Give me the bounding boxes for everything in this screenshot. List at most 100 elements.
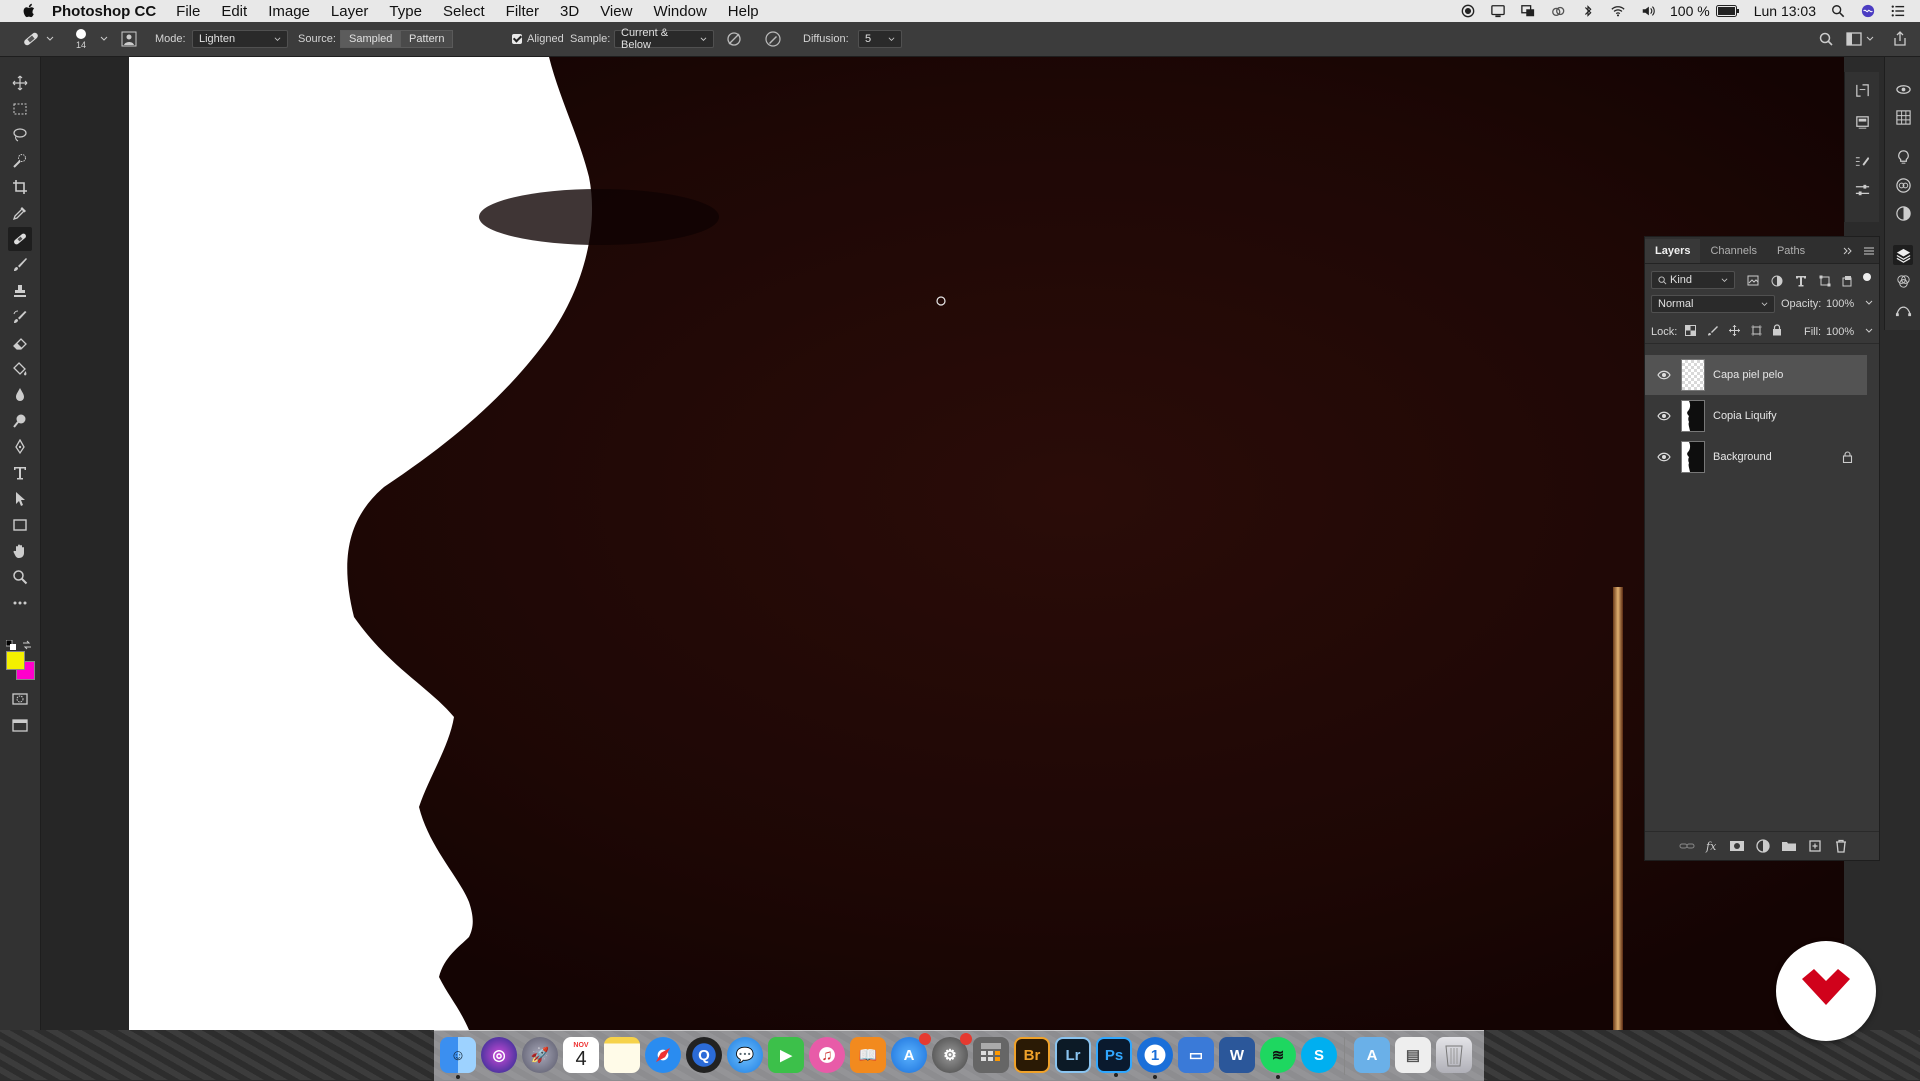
- spotify-dock-icon[interactable]: ≋: [1260, 1037, 1296, 1079]
- brush-settings-button[interactable]: [1852, 152, 1872, 172]
- menu-image[interactable]: Image: [268, 3, 310, 20]
- shape-layer-filter-icon[interactable]: [1819, 275, 1831, 287]
- quick-mask-button[interactable]: [8, 687, 32, 711]
- menu-type[interactable]: Type: [389, 3, 422, 20]
- menu-help[interactable]: Help: [728, 3, 759, 20]
- screens-icon[interactable]: [1520, 4, 1536, 18]
- channels-panel-button[interactable]: [1893, 271, 1913, 291]
- layer-name[interactable]: Capa piel pelo: [1713, 369, 1783, 381]
- fill-value[interactable]: 100%: [1826, 326, 1854, 338]
- blur-tool[interactable]: [8, 383, 32, 407]
- ibooks-dock-icon[interactable]: 📖: [850, 1037, 886, 1073]
- blend-mode-select[interactable]: Normal: [1651, 295, 1775, 313]
- smart-object-filter-icon[interactable]: [1841, 275, 1853, 287]
- crop-tool[interactable]: [8, 175, 32, 199]
- history-brush-tool[interactable]: [8, 305, 32, 329]
- screen-mode-button[interactable]: [8, 713, 32, 737]
- edit-toolbar-button[interactable]: [8, 591, 32, 615]
- menu-filter[interactable]: Filter: [506, 3, 539, 20]
- lock-position-icon[interactable]: [1729, 325, 1740, 336]
- trash-dock-icon[interactable]: [1436, 1037, 1472, 1073]
- brush-size-picker[interactable]: 14: [76, 22, 86, 56]
- lock-artboard-icon[interactable]: [1751, 325, 1762, 336]
- notes-dock-icon[interactable]: [604, 1037, 640, 1073]
- swap-colors-button[interactable]: [22, 637, 32, 650]
- share-button[interactable]: [1892, 22, 1908, 56]
- move-tool[interactable]: [8, 71, 32, 95]
- siri-dock-icon[interactable]: ◎: [481, 1037, 517, 1073]
- menu-file[interactable]: File: [176, 3, 200, 20]
- app-store-dock-icon[interactable]: A: [891, 1033, 931, 1073]
- menu-window[interactable]: Window: [653, 3, 706, 20]
- display-icon[interactable]: [1490, 4, 1506, 18]
- add-mask-icon[interactable]: [1729, 838, 1745, 854]
- applications-folder-dock-icon[interactable]: A: [1354, 1037, 1390, 1073]
- path-selection-tool[interactable]: [8, 487, 32, 511]
- type-layer-filter-icon[interactable]: [1795, 275, 1807, 287]
- default-colors-button[interactable]: [5, 637, 16, 650]
- app-name-menu[interactable]: Photoshop CC: [52, 3, 156, 20]
- opacity-value[interactable]: 100%: [1826, 298, 1854, 310]
- document-canvas-area[interactable]: [41, 57, 1844, 1030]
- layer-name[interactable]: Background: [1713, 451, 1772, 463]
- adjustment-layer-filter-icon[interactable]: [1771, 275, 1783, 287]
- 1password-dock-icon[interactable]: 1: [1137, 1037, 1173, 1079]
- word-dock-icon[interactable]: W: [1219, 1037, 1255, 1073]
- menu-select[interactable]: Select: [443, 3, 485, 20]
- paths-panel-button[interactable]: [1893, 299, 1913, 319]
- tab-layers[interactable]: Layers: [1645, 239, 1701, 263]
- layer-name[interactable]: Copia Liquify: [1713, 410, 1777, 422]
- system-preferences-dock-icon[interactable]: ⚙: [932, 1033, 972, 1073]
- siri-icon[interactable]: [1860, 4, 1876, 18]
- panel-menu-icon[interactable]: [1863, 246, 1875, 256]
- filter-kind-select[interactable]: Kind: [1651, 271, 1735, 289]
- wifi-icon[interactable]: [1610, 4, 1626, 18]
- adjustments-panel-button[interactable]: [1852, 180, 1872, 200]
- layer-row[interactable]: Capa piel pelo: [1645, 355, 1867, 395]
- chevron-down-icon[interactable]: [1865, 327, 1873, 335]
- properties-panel-button[interactable]: [1852, 112, 1872, 132]
- keynote-dock-icon[interactable]: ▭: [1178, 1037, 1214, 1073]
- calculator-dock-icon[interactable]: [973, 1037, 1009, 1073]
- grid-panel-button[interactable]: [1893, 107, 1913, 127]
- clone-source-panel-button[interactable]: [120, 22, 138, 56]
- clock[interactable]: Lun 13:03: [1754, 3, 1816, 19]
- ignore-adjustment-layers-button[interactable]: [726, 22, 742, 56]
- color-panel-button[interactable]: [1893, 203, 1913, 223]
- apple-icon[interactable]: [20, 2, 38, 20]
- hand-tool[interactable]: [8, 539, 32, 563]
- clone-stamp-tool[interactable]: [8, 279, 32, 303]
- learn-panel-button[interactable]: [1893, 147, 1913, 167]
- launchpad-dock-icon[interactable]: 🚀: [522, 1037, 558, 1073]
- marquee-tool[interactable]: [8, 97, 32, 121]
- new-adjustment-layer-icon[interactable]: [1755, 838, 1771, 854]
- pen-tool[interactable]: [8, 435, 32, 459]
- layer-row[interactable]: Background: [1645, 437, 1867, 477]
- layers-panel-button[interactable]: [1893, 245, 1913, 265]
- zoom-tool[interactable]: [8, 565, 32, 589]
- pressure-size-button[interactable]: [764, 22, 782, 56]
- source-pattern-button[interactable]: Pattern: [400, 30, 454, 48]
- menu-edit[interactable]: Edit: [221, 3, 247, 20]
- tool-preset-picker[interactable]: [20, 22, 54, 56]
- 3d-panel-button[interactable]: [1893, 79, 1913, 99]
- lasso-tool[interactable]: [8, 123, 32, 147]
- lock-all-icon[interactable]: [1772, 324, 1782, 336]
- type-tool[interactable]: [8, 461, 32, 485]
- search-button[interactable]: [1818, 22, 1834, 56]
- libraries-panel-button[interactable]: [1893, 175, 1913, 195]
- menu-view[interactable]: View: [600, 3, 632, 20]
- messages-dock-icon[interactable]: 💬: [727, 1037, 763, 1073]
- notification-center-icon[interactable]: [1890, 4, 1906, 18]
- new-group-folder-icon[interactable]: [1781, 838, 1797, 854]
- mode-select[interactable]: Lighten: [192, 30, 288, 48]
- eraser-tool[interactable]: [8, 331, 32, 355]
- tab-channels[interactable]: Channels: [1700, 239, 1766, 263]
- sample-select[interactable]: Current & Below: [614, 27, 714, 51]
- skype-dock-icon[interactable]: S: [1301, 1037, 1337, 1073]
- visibility-eye-icon[interactable]: [1657, 411, 1671, 421]
- lock-transparent-pixels-icon[interactable]: [1685, 325, 1696, 336]
- spotlight-search-icon[interactable]: [1830, 4, 1846, 18]
- finder-dock-icon[interactable]: ☺: [440, 1037, 476, 1079]
- tab-paths[interactable]: Paths: [1767, 239, 1815, 263]
